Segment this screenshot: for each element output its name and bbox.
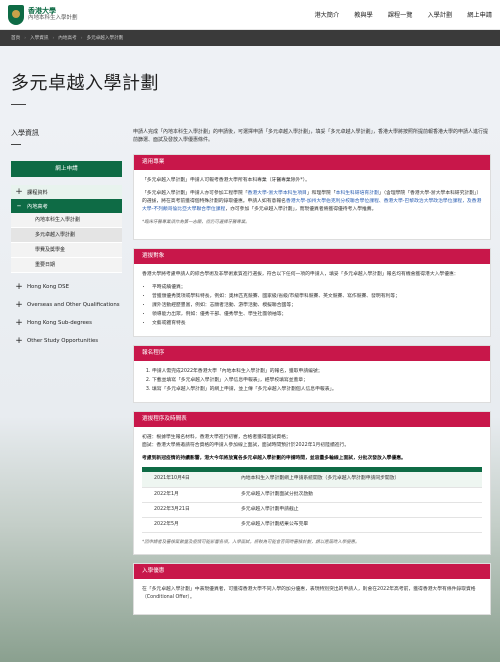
table-row: 2022年1月 多元卓越入學計劃面試分批次啟動 bbox=[142, 487, 482, 503]
intro-text: 申請人完成「內地本科生入學計劃」的申請後，可選擇申請「多元卓越入學計劃」，填妥「… bbox=[133, 129, 489, 143]
nav-apply-online[interactable]: 網上申請 bbox=[467, 10, 492, 19]
table-cell-date: 2022年3月21日 bbox=[142, 502, 237, 518]
hku-crest-icon bbox=[8, 4, 24, 25]
sidebar-item-programme-info[interactable]: + 課程資料 bbox=[11, 185, 122, 199]
list-item: 課外活動經歷豐富，例如：志願者活動、游學活動、模擬聯合國等； bbox=[152, 302, 482, 310]
card-timeline: 選拔程序及時間表 初選：根據學生報名材料，香港大學進行初審，合格者獲得面試資格；… bbox=[133, 411, 491, 555]
sidebar-item-label: Other Study Opportunities bbox=[27, 338, 99, 344]
sidebar-subitem-diverse-excellence[interactable]: 多元卓越入學計劃 bbox=[11, 228, 122, 243]
sidebar-item-overseas[interactable]: + Overseas and Other Qualifications bbox=[11, 297, 122, 315]
table-cell-event: 多元卓越入學計劃結果公布完畢 bbox=[237, 517, 482, 533]
card-title: 入學優惠 bbox=[134, 563, 490, 579]
list-item: 文藝或體育特長 bbox=[152, 320, 482, 328]
sidebar-item-gaokao[interactable]: – 內地高考 bbox=[11, 199, 122, 213]
card-note: *臨床牙醫專業須作為第一志願，但仍可選擇牙醫專業。 bbox=[142, 220, 250, 225]
list-item: 申請人需完成2022年香港大學「內地本科生入學計劃」的報名，獲取申請編號； bbox=[152, 368, 482, 376]
card-title: 報名程序 bbox=[134, 346, 490, 361]
breadcrumb-separator: › bbox=[80, 35, 83, 41]
sidebar-item-hk-sub-degrees[interactable]: + Hong Kong Sub-degrees bbox=[11, 315, 122, 333]
table-cell-event: 多元卓越入學計劃面試分批次啟動 bbox=[237, 487, 482, 503]
table-cell-event: 內地本科生入學計劃網上申請系統開放（多元卓越入學計劃申請同步開放） bbox=[237, 472, 482, 488]
steps-list: 申請人需完成2022年香港大學「內地本科生入學計劃」的報名，獲取申請編號； 下載… bbox=[142, 368, 482, 394]
list-item: 平時成績優異； bbox=[152, 284, 482, 292]
plus-icon: + bbox=[15, 282, 23, 292]
breadcrumb-gaokao[interactable]: 內地高考 bbox=[58, 35, 76, 41]
content-column: 申請人完成「內地本科生入學計劃」的申請後，可選擇申請「多元卓越入學計劃」，填妥「… bbox=[133, 128, 491, 623]
breadcrumb-current: 多元卓越入學計劃 bbox=[86, 36, 124, 41]
page-title: 多元卓越入學計劃 bbox=[11, 73, 159, 94]
card-text: 面試：香港大學將邀請符合資格的申請人參加線上面試，面試時間預計於2022年1月初… bbox=[142, 443, 350, 448]
sidebar-item-label: Hong Kong Sub-degrees bbox=[27, 320, 92, 326]
hku-logo[interactable]: 香港大學 內地本科生入學計劃 bbox=[8, 4, 78, 25]
list-item: 填寫「多元卓越入學計劃」的網上申請，並上傳「多元卓越入學計劃個人信息申報表」。 bbox=[152, 386, 482, 394]
card-text: 在「多元卓越入學計劃」中表現優異者，可獲得香港大學不同入學的加分優惠，表現特別突… bbox=[142, 586, 476, 600]
plus-icon: + bbox=[15, 318, 23, 328]
table-cell-date: 2022年1月 bbox=[142, 487, 237, 503]
card-text: 香港大學將考慮申請人的綜合學術及非學術素質進行選拔，符合以下任何一項的申請人，填… bbox=[142, 272, 459, 277]
card-text: 「多元卓越入學計劃」申請人亦可參加工程學院「香港大學-浙大學本科生項目」和理學院… bbox=[142, 191, 482, 212]
card-note: *因申請者及審核案數量及疫情可能影響各項，入學面試，將較為可能會否同時審核計劃，… bbox=[142, 539, 360, 545]
sidebar-subitem-important-dates[interactable]: 重要日期 bbox=[11, 258, 122, 273]
card-text: 初選：根據學生報名材料，香港大學進行初審，合格者獲得面試資格； bbox=[142, 435, 291, 440]
breadcrumb-home[interactable]: 首頁 bbox=[11, 35, 20, 41]
title-divider bbox=[11, 104, 26, 105]
card-title: 適用專業 bbox=[134, 155, 490, 170]
table-row: 2022年3月21日 多元卓越入學計劃申請截止 bbox=[142, 502, 482, 518]
breadcrumb-separator: › bbox=[24, 35, 27, 41]
sidebar-item-label: 內地高考 bbox=[27, 203, 48, 210]
sidebar-subitem-mainland-scheme[interactable]: 內地本科生入學計劃 bbox=[11, 213, 122, 228]
table-cell-date: 2021年10月4日 bbox=[142, 472, 237, 488]
program-link[interactable]: 香港大學-浙大學本科生項目 bbox=[248, 191, 307, 196]
sidebar: 入學資訊 網上申請 + 課程資料 – 內地高考 內地本科生入學計劃 多元卓越入學… bbox=[11, 128, 122, 351]
card-procedure: 報名程序 申請人需完成2022年香港大學「內地本科生入學計劃」的報名，獲取申請編… bbox=[133, 345, 491, 403]
breadcrumb-admissions[interactable]: 入學資訊 bbox=[30, 35, 48, 41]
card-title: 選拔對象 bbox=[134, 249, 490, 264]
sidebar-item-other-opportunities[interactable]: + Other Study Opportunities bbox=[11, 333, 122, 351]
card-text-bold: 考慮到新冠疫情的持續影響，港大今年將放寬各多元卓越入學計劃的申請時間，並容量多輪… bbox=[142, 456, 406, 461]
table-cell-event: 多元卓越入學計劃申請截止 bbox=[237, 502, 482, 518]
table-row: 2022年5月 多元卓越入學計劃結果公布完畢 bbox=[142, 517, 482, 533]
timeline-table: 2021年10月4日 內地本科生入學計劃網上申請系統開放（多元卓越入學計劃申請同… bbox=[142, 467, 482, 533]
criteria-list: 平時成績優異； 曾獲頒優秀獎項或學科特長，例如：奧林匹克競賽、國家級/省級/市級… bbox=[142, 284, 482, 328]
table-cell-date: 2022年5月 bbox=[142, 517, 237, 533]
nav-teaching[interactable]: 教與學 bbox=[354, 10, 373, 19]
list-item: 曾獲頒優秀獎項或學科特長，例如：奧林匹克競賽、國家級/省級/市級學科競賽、英文競… bbox=[152, 293, 482, 301]
table-row: 2021年10月4日 內地本科生入學計劃網上申請系統開放（多元卓越入學計劃申請同… bbox=[142, 472, 482, 488]
list-item: 領導能力出眾，例如：優秀干部、優秀學生、學生社團領袖等； bbox=[152, 311, 482, 319]
sidebar-heading: 入學資訊 bbox=[11, 129, 39, 137]
page-title-area: 多元卓越入學計劃 bbox=[0, 46, 500, 116]
plus-icon: + bbox=[15, 336, 23, 346]
nav-programmes[interactable]: 課程一覽 bbox=[388, 10, 413, 19]
card-benefits: 入學優惠 在「多元卓越入學計劃」中表現優異者，可獲得香港大學不同入學的加分優惠，… bbox=[133, 562, 491, 615]
site-header: 香港大學 內地本科生入學計劃 港大簡介 教與學 課程一覽 入學計劃 網上申請 bbox=[0, 0, 500, 30]
card-targets: 選拔對象 香港大學將考慮申請人的綜合學術及非學術素質進行選拔，符合以下任何一項的… bbox=[133, 248, 491, 337]
sidebar-item-label: Hong Kong DSE bbox=[27, 284, 69, 290]
card-title: 選拔程序及時間表 bbox=[134, 412, 490, 427]
logo-subtitle: 內地本科生入學計劃 bbox=[28, 15, 78, 22]
nav-about[interactable]: 港大簡介 bbox=[314, 10, 339, 19]
minus-icon: – bbox=[16, 201, 22, 211]
main-area: 入學資訊 網上申請 + 課程資料 – 內地高考 內地本科生入學計劃 多元卓越入學… bbox=[0, 116, 500, 662]
plus-icon: + bbox=[15, 187, 23, 197]
plus-icon: + bbox=[15, 300, 23, 310]
list-item: 下載並填寫「多元卓越入學計劃」入學信息申報表」，經學校填寫並蓋章； bbox=[152, 377, 482, 385]
sidebar-subitem-fees-scholarships[interactable]: 學費及獎學金 bbox=[11, 243, 122, 258]
program-link[interactable]: 本科生科研培育計劃 bbox=[336, 191, 379, 196]
breadcrumb-separator: › bbox=[52, 35, 55, 41]
card-programs: 適用專業 「多元卓越入學計劃」申請人可報考香港大學所有本科專業（牙醫專業除外*）… bbox=[133, 154, 491, 240]
sidebar-divider bbox=[11, 144, 21, 145]
card-text: 「多元卓越入學計劃」申請人可報考香港大學所有本科專業（牙醫專業除外*）。 bbox=[142, 178, 310, 183]
apply-online-button[interactable]: 網上申請 bbox=[11, 161, 122, 177]
sidebar-item-label: Overseas and Other Qualifications bbox=[27, 302, 120, 308]
nav-admissions[interactable]: 入學計劃 bbox=[428, 10, 453, 19]
breadcrumb: 首頁 › 入學資訊 › 內地高考 › 多元卓越入學計劃 bbox=[0, 30, 500, 46]
sidebar-item-label: 課程資料 bbox=[27, 189, 48, 196]
main-nav: 港大簡介 教與學 課程一覽 入學計劃 網上申請 bbox=[314, 10, 492, 19]
sidebar-item-hk-dse[interactable]: + Hong Kong DSE bbox=[11, 279, 122, 297]
